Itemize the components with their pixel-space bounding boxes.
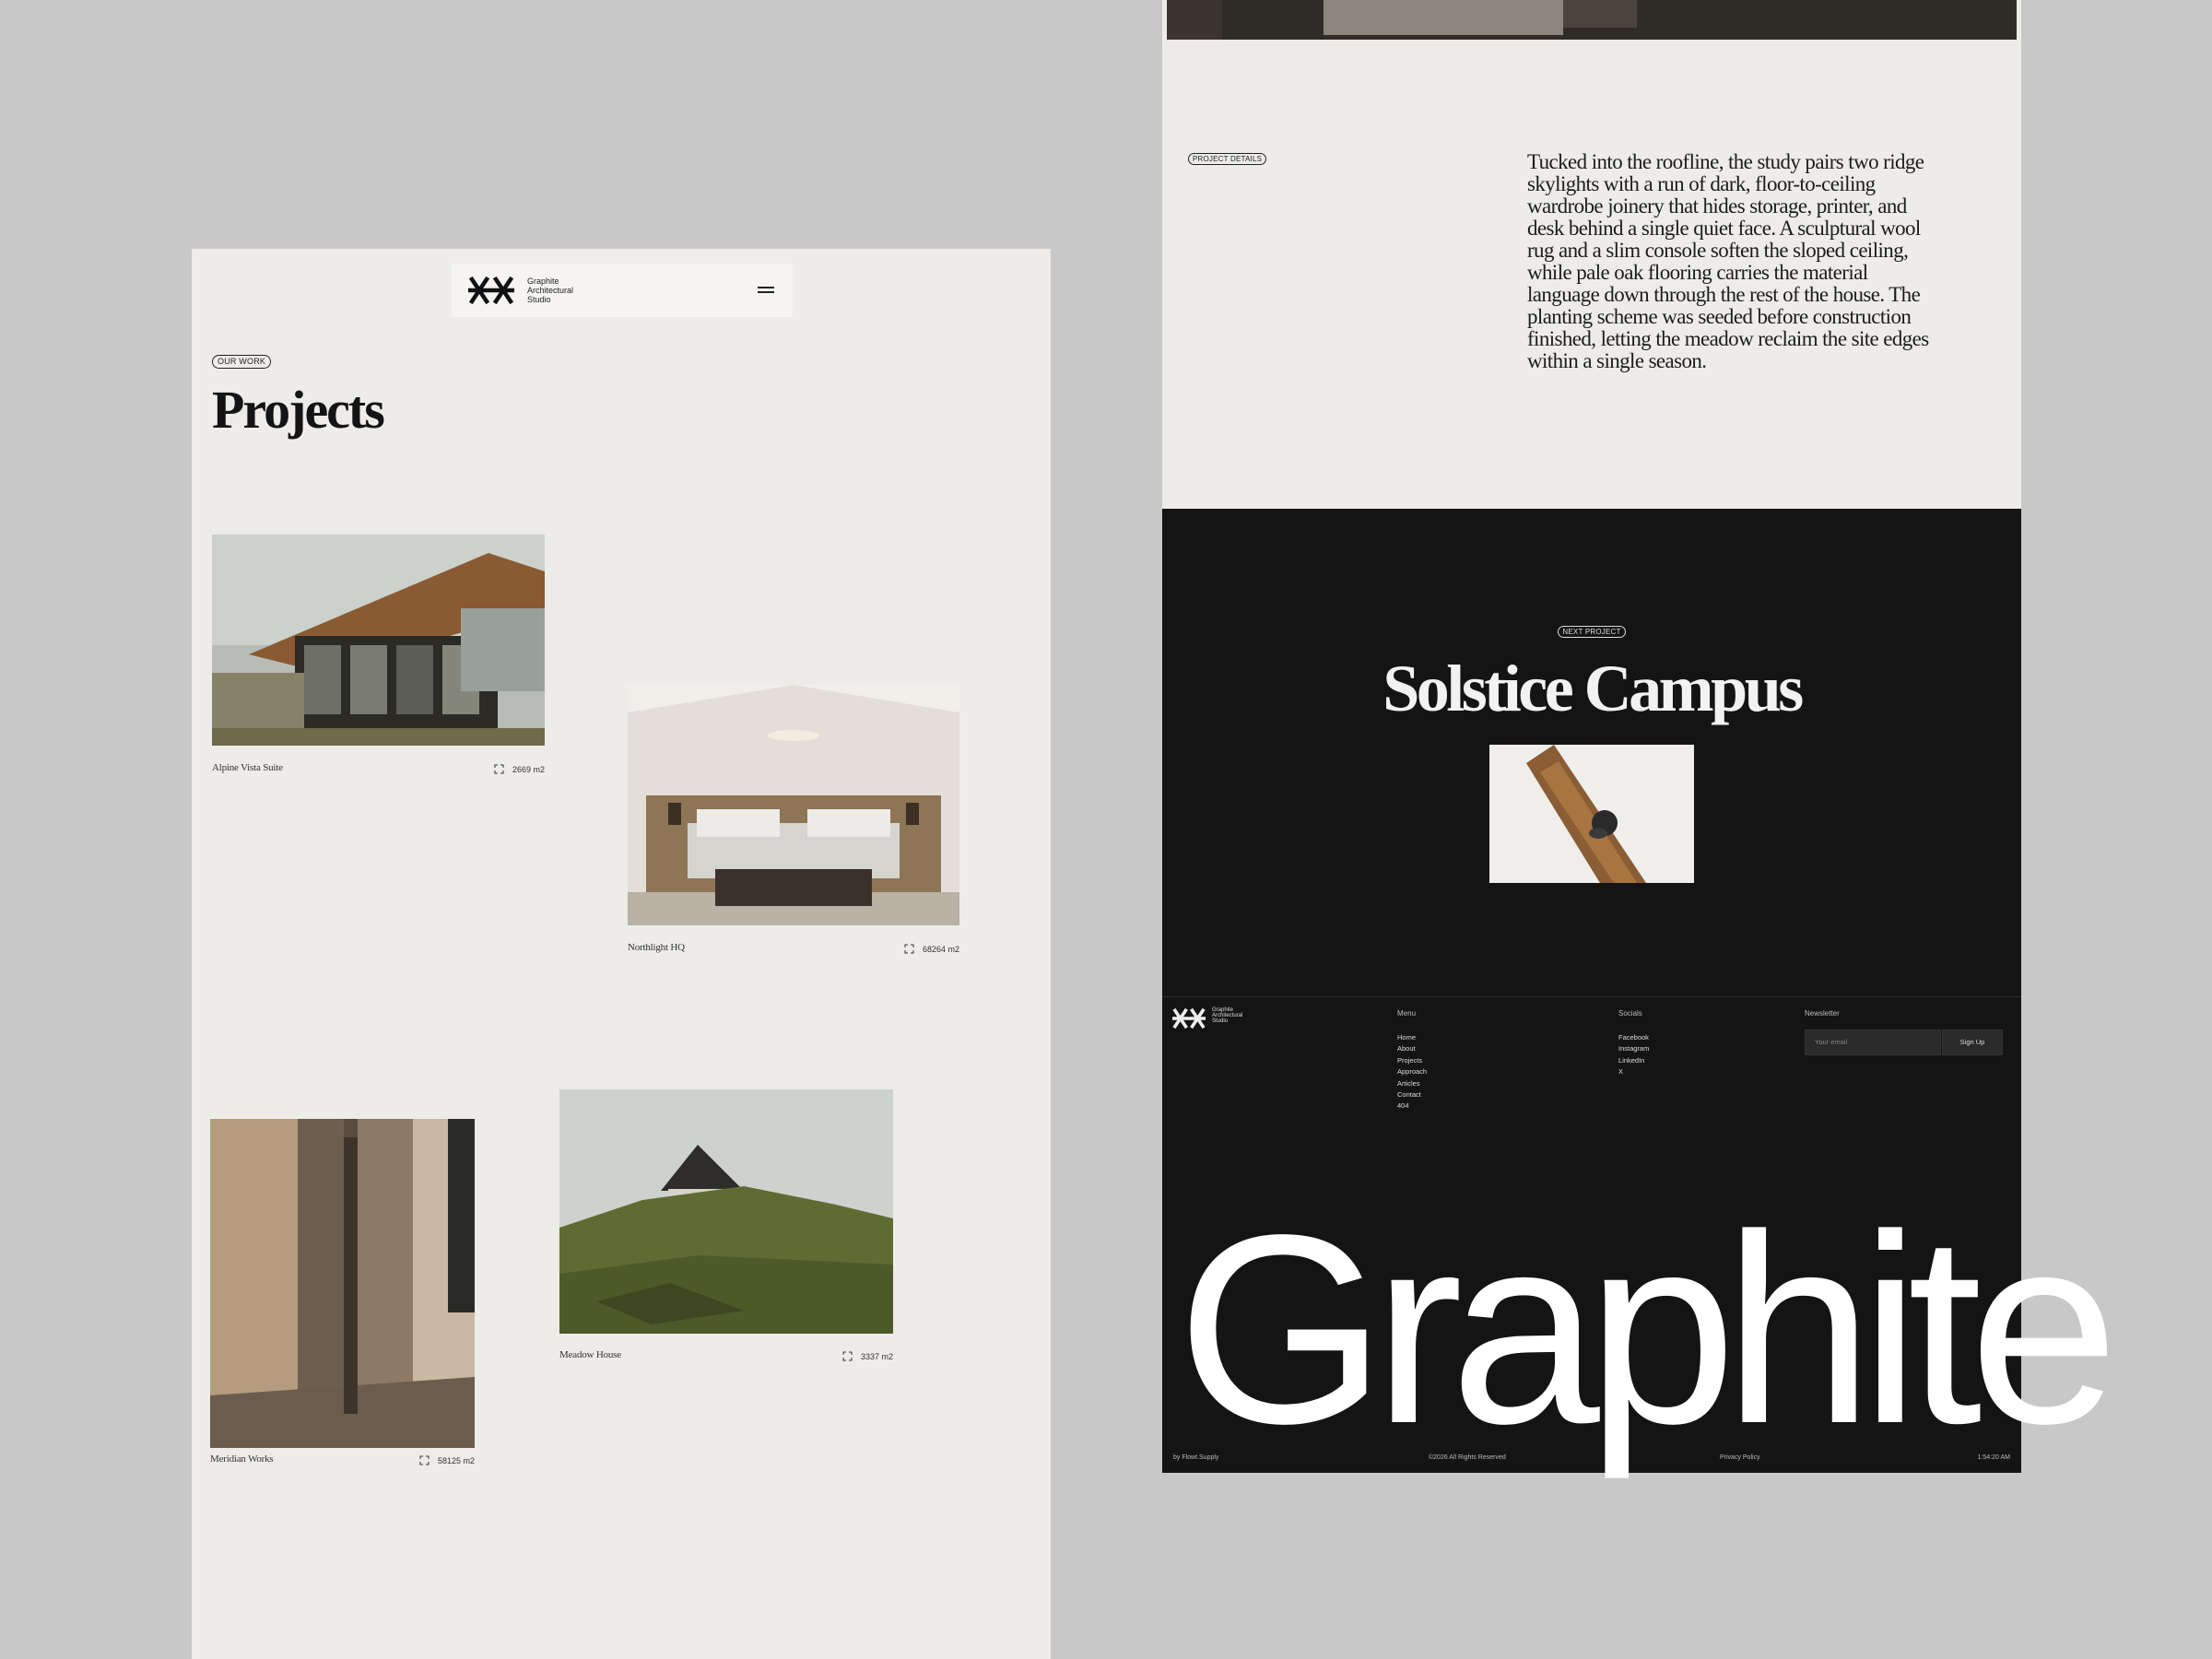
footer-menu-item[interactable]: 404 — [1397, 1100, 1427, 1112]
expand-icon — [842, 1351, 853, 1361]
project-details-section: PROJECT DETAILS Tucked into the roofline… — [1162, 0, 2021, 509]
project-image[interactable] — [210, 1119, 475, 1448]
project-image[interactable] — [628, 685, 959, 925]
footer-bottom-bar: by Flowt.Supply ©2026 All Rights Reserve… — [1162, 1454, 2021, 1467]
brand-name-line: Architectural — [527, 286, 574, 295]
project-name: Northlight HQ — [628, 942, 685, 953]
expand-icon — [419, 1455, 429, 1465]
footer-social-link[interactable]: Facebook — [1618, 1032, 1649, 1043]
footer-social-link[interactable]: LinkedIn — [1618, 1055, 1649, 1066]
navbar: Graphite Architectural Studio — [452, 264, 793, 317]
project-area-value: 3337 m2 — [860, 1351, 893, 1361]
footer-social-link[interactable]: X — [1618, 1066, 1649, 1077]
brand-logo-icon[interactable] — [468, 276, 514, 305]
footer-menu-item[interactable]: Home — [1397, 1032, 1427, 1043]
brand-name-line: Studio — [527, 295, 551, 304]
project-name: Meridian Works — [210, 1453, 274, 1465]
project-name: Meadow House — [559, 1349, 621, 1360]
brand-name-line: Graphite — [527, 276, 559, 286]
footer-menu-item[interactable]: Contact — [1397, 1089, 1427, 1100]
footer-menu-heading: Menu — [1397, 1009, 1417, 1018]
project-description: Tucked into the roofline, the study pair… — [1527, 150, 1929, 372]
newsletter-signup-button[interactable]: Sign Up — [1942, 1030, 2003, 1055]
footer-credit[interactable]: by Flowt.Supply — [1173, 1454, 1218, 1461]
footer-menu: Home About Projects Approach Articles Co… — [1397, 1032, 1427, 1112]
newsletter-email-input[interactable]: Your email — [1805, 1030, 1941, 1055]
project-area-value: 2669 m2 — [512, 764, 545, 774]
brand-name-line: Studio — [1212, 1018, 1229, 1024]
project-image[interactable] — [212, 535, 545, 746]
footer-menu-item[interactable]: About — [1397, 1043, 1427, 1054]
footer-socials: Facebook Instagram LinkedIn X — [1618, 1032, 1649, 1078]
next-project-title[interactable]: Solstice Campus — [1162, 647, 2021, 730]
footer-privacy-link[interactable]: Privacy Policy — [1720, 1454, 1760, 1461]
hero-image-strip — [1167, 0, 2017, 40]
footer-newsletter-heading: Newsletter — [1805, 1009, 1840, 1018]
next-project-eyebrow: NEXT PROJECT — [1162, 622, 2021, 639]
hamburger-icon[interactable] — [756, 284, 776, 297]
project-details-eyebrow: PROJECT DETAILS — [1184, 153, 1270, 165]
footer-social-link[interactable]: Instagram — [1618, 1043, 1649, 1054]
expand-icon — [904, 944, 914, 954]
projects-page: Graphite Architectural Studio OUR WORK P… — [192, 249, 1051, 1659]
project-area: 68264 m2 — [904, 944, 959, 954]
project-area: 2669 m2 — [494, 764, 545, 774]
our-work-eyebrow: OUR WORK — [212, 352, 272, 369]
project-card[interactable]: Alpine Vista Suite 2669 m2 — [212, 535, 545, 783]
footer-divider — [1162, 996, 2021, 997]
project-area-value: 68264 m2 — [922, 944, 959, 954]
project-area-value: 58125 m2 — [437, 1455, 475, 1465]
project-card[interactable]: Meridian Works 58125 m2 — [210, 1119, 475, 1469]
footer-menu-item[interactable]: Projects — [1397, 1055, 1427, 1066]
eyebrow-pill: NEXT PROJECT — [1558, 626, 1626, 638]
eyebrow-pill: PROJECT DETAILS — [1188, 153, 1267, 165]
footer-menu-item[interactable]: Approach — [1397, 1066, 1427, 1077]
project-area: 3337 m2 — [842, 1351, 893, 1361]
footer-brand-name: Graphite Architectural Studio — [1212, 1007, 1258, 1024]
project-name: Alpine Vista Suite — [212, 762, 283, 773]
brand-name: Graphite Architectural Studio — [527, 276, 592, 304]
expand-icon — [494, 764, 504, 774]
next-project-image[interactable] — [1489, 745, 1694, 883]
page-title: Projects — [212, 380, 385, 440]
project-image[interactable] — [559, 1089, 893, 1334]
footer-logo-icon[interactable] — [1172, 1007, 1206, 1030]
footer-copyright: ©2026 All Rights Reserved — [1429, 1454, 1506, 1461]
project-card[interactable]: Northlight HQ 68264 m2 — [628, 685, 959, 961]
footer-wordmark: Graphite — [1177, 1179, 2119, 1479]
footer-menu-item[interactable]: Articles — [1397, 1078, 1427, 1089]
footer-socials-heading: Socials — [1618, 1009, 1642, 1018]
footer-clock: 1:54:20 AM — [1977, 1454, 2010, 1461]
project-area: 58125 m2 — [419, 1455, 475, 1465]
dark-footer-section: NEXT PROJECT Solstice Campus Graphite Ar… — [1162, 509, 2119, 1473]
project-card[interactable]: Meadow House 3337 m2 — [559, 1089, 893, 1366]
eyebrow-pill: OUR WORK — [212, 355, 272, 369]
